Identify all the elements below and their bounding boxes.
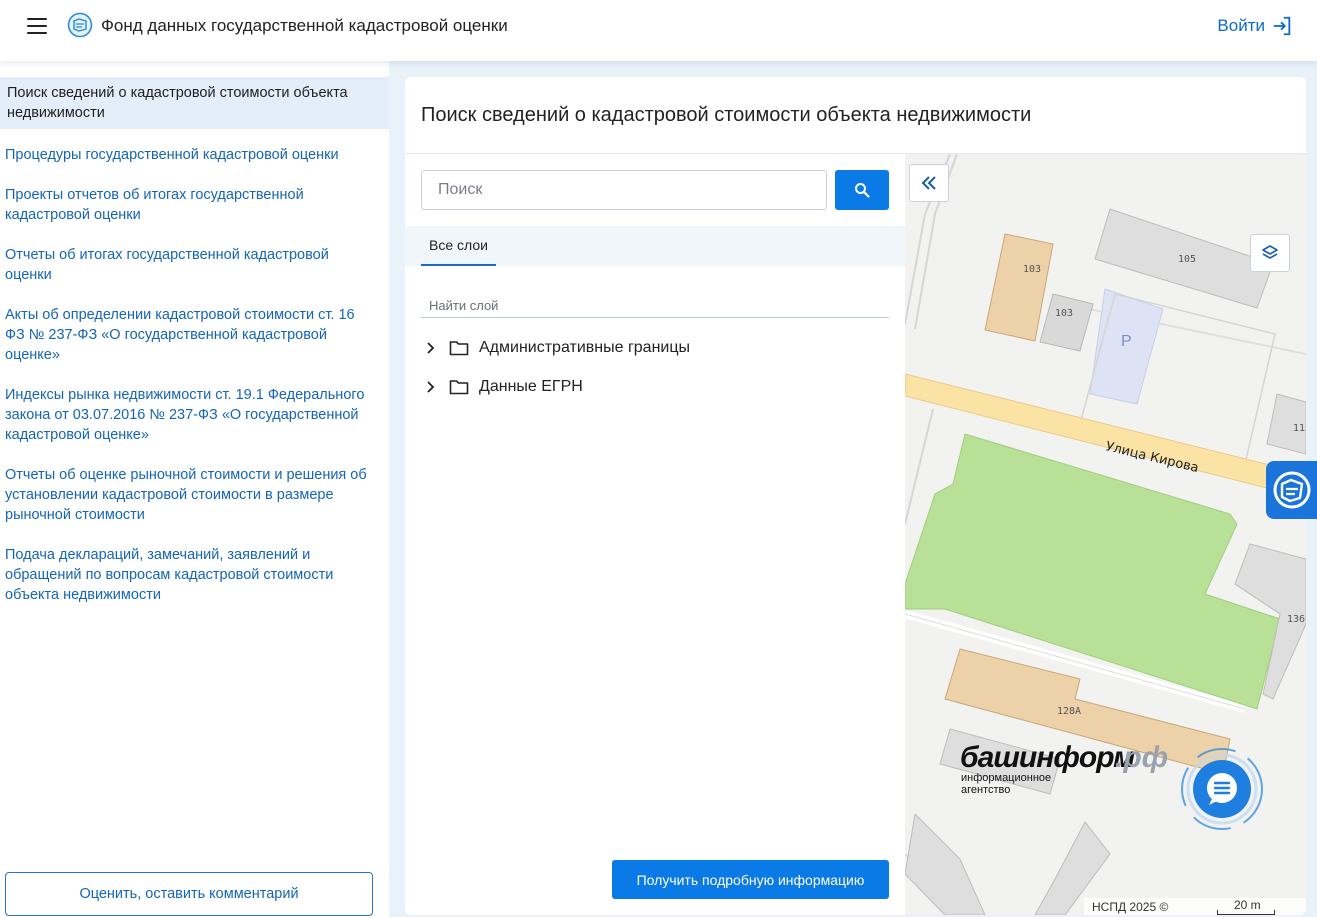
sidebar-item-procedures[interactable]: Процедуры государственной кадастровой оц… [5,145,377,165]
rate-comment-button[interactable]: Оценить, оставить комментарий [5,872,373,916]
parking-label: P [1121,333,1132,350]
search-panel: Поиск сведений о кадастровой стоимости о… [405,77,1306,915]
side-widget-button[interactable] [1266,461,1317,519]
folder-icon [449,338,471,358]
sidebar-item-final-reports[interactable]: Отчеты об итогах государственной кадастр… [5,245,377,285]
cadastre-logo-icon [1273,471,1310,509]
svg-text:.рф: .рф [1115,741,1168,774]
svg-text:информационное: информационное [961,772,1051,784]
cadastre-logo-icon[interactable] [67,12,93,38]
building-number-label: 103 [1055,308,1073,319]
chevron-right-icon[interactable] [421,338,441,358]
bashinform-watermark: башинформ .рф информационное агентство [960,737,1200,802]
layer-group-label: Данные ЕГРН [479,378,583,395]
login-button[interactable]: Войти [1217,14,1293,38]
layer-filter-input[interactable] [421,294,889,318]
tab-all-layers[interactable]: Все слои [421,226,496,266]
building-103 [984,233,1054,342]
double-chevron-left-icon [921,176,936,190]
login-arrow-icon [1273,16,1291,36]
chat-button[interactable] [1180,747,1264,831]
map-scale-bar [1217,910,1275,915]
collapse-panel-button[interactable] [909,164,949,202]
building-number-label: 105 [1178,254,1196,265]
layers-icon [1262,245,1278,259]
layer-tabs: Все слои [405,226,905,266]
sidebar-item-declarations[interactable]: Подача деклараций, замечаний, заявлений … [5,545,377,605]
building-number-label: 136 [1287,614,1305,625]
app-title: Фонд данных государственной кадастровой … [101,16,508,35]
chevron-right-icon[interactable] [421,377,441,397]
login-label: Войти [1217,16,1265,35]
sidebar-item-market-indexes[interactable]: Индексы рынка недвижимости ст. 19.1 Феде… [5,385,377,445]
search-button[interactable] [835,170,889,210]
top-header: Фонд данных государственной кадастровой … [0,0,1317,61]
hamburger-icon[interactable] [27,18,47,34]
layer-group-egrn-data[interactable]: Данные ЕГРН [421,373,583,401]
building-number-label: 128А [1057,706,1081,717]
folder-icon [449,377,471,397]
svg-text:башинформ: башинформ [960,741,1135,774]
svg-text:агентство: агентство [961,784,1010,796]
search-input[interactable] [421,170,827,210]
sidebar-item-acts[interactable]: Акты об определении кадастровой стоимост… [5,305,377,365]
building-number-label: 103 [1023,264,1041,275]
map-layers-button[interactable] [1250,234,1290,272]
sidebar: Поиск сведений о кадастровой стоимости о… [0,61,389,917]
sidebar-item-property-search[interactable]: Поиск сведений о кадастровой стоимости о… [0,77,389,129]
layer-group-admin-borders[interactable]: Административные границы [421,334,690,362]
sidebar-item-draft-reports[interactable]: Проекты отчетов об итогах государственно… [5,185,377,225]
building-103b [1039,293,1094,352]
search-icon [855,183,870,198]
chat-icon [1181,748,1263,830]
page-title: Поиск сведений о кадастровой стоимости о… [421,104,1032,126]
building-number-label: 11 [1293,423,1305,434]
get-details-button[interactable]: Получить подробную информацию [612,860,889,899]
sidebar-item-market-value-reports[interactable]: Отчеты об оценке рыночной стоимости и ре… [5,465,377,525]
layer-group-label: Административные границы [479,339,691,356]
